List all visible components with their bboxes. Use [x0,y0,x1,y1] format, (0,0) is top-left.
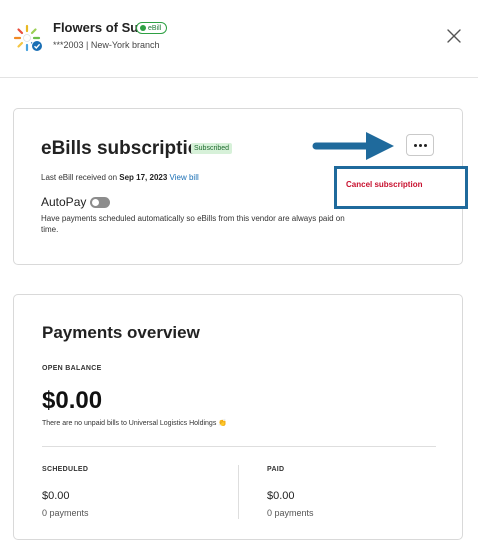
payments-title: Payments overview [42,323,200,342]
paid-label: PAID [267,466,285,473]
open-balance-amount: $0.00 [42,387,103,414]
close-icon [447,29,461,43]
subscription-title: eBills subscription [41,138,211,159]
vendor-header: Flowers of Sun eBill ***2003 | New-York … [0,0,478,78]
open-balance-label: OPEN BALANCE [42,365,102,372]
vendor-subtitle: ***2003 | New-York branch [53,40,160,50]
cancel-subscription-item[interactable]: Cancel subscription [346,180,422,189]
ebill-badge: eBill [136,22,168,34]
ebill-dot-icon [140,25,146,31]
autopay-description: Have payments scheduled automatically so… [41,214,345,234]
more-options-button[interactable] [406,134,434,156]
paid-count: 0 payments [267,508,314,518]
ellipsis-dot [418,143,422,147]
ebill-badge-label: eBill [148,24,162,32]
annotation-arrow-icon [312,132,394,160]
ellipsis-dot [423,143,427,147]
payments-overview-card: Payments overview OPEN BALANCE $0.00 The… [13,294,463,540]
section-divider [42,446,436,447]
scheduled-count: 0 payments [42,508,89,518]
scheduled-amount: $0.00 [42,490,70,502]
close-button[interactable] [445,27,463,45]
vendor-name: Flowers of Sun [53,20,147,35]
last-ebill-prefix: Last eBill received on [41,173,120,182]
ellipsis-icon [413,143,417,147]
toggle-knob [92,199,99,206]
last-ebill-date: Sep 17, 2023 [119,173,168,182]
verified-check-icon [31,40,43,52]
subscribed-badge: Subscribed [191,143,233,154]
autopay-label: AutoPay [41,195,87,209]
scheduled-label: SCHEDULED [42,466,89,473]
open-balance-note: There are no unpaid bills to Universal L… [42,420,227,427]
options-dropdown-menu: Cancel subscription [334,166,468,209]
column-divider [238,465,239,519]
autopay-toggle[interactable] [90,197,110,208]
view-bill-link[interactable]: View bill [170,173,199,182]
paid-amount: $0.00 [267,490,295,502]
last-ebill-text: Last eBill received on Sep 17, 2023 View… [41,173,199,182]
